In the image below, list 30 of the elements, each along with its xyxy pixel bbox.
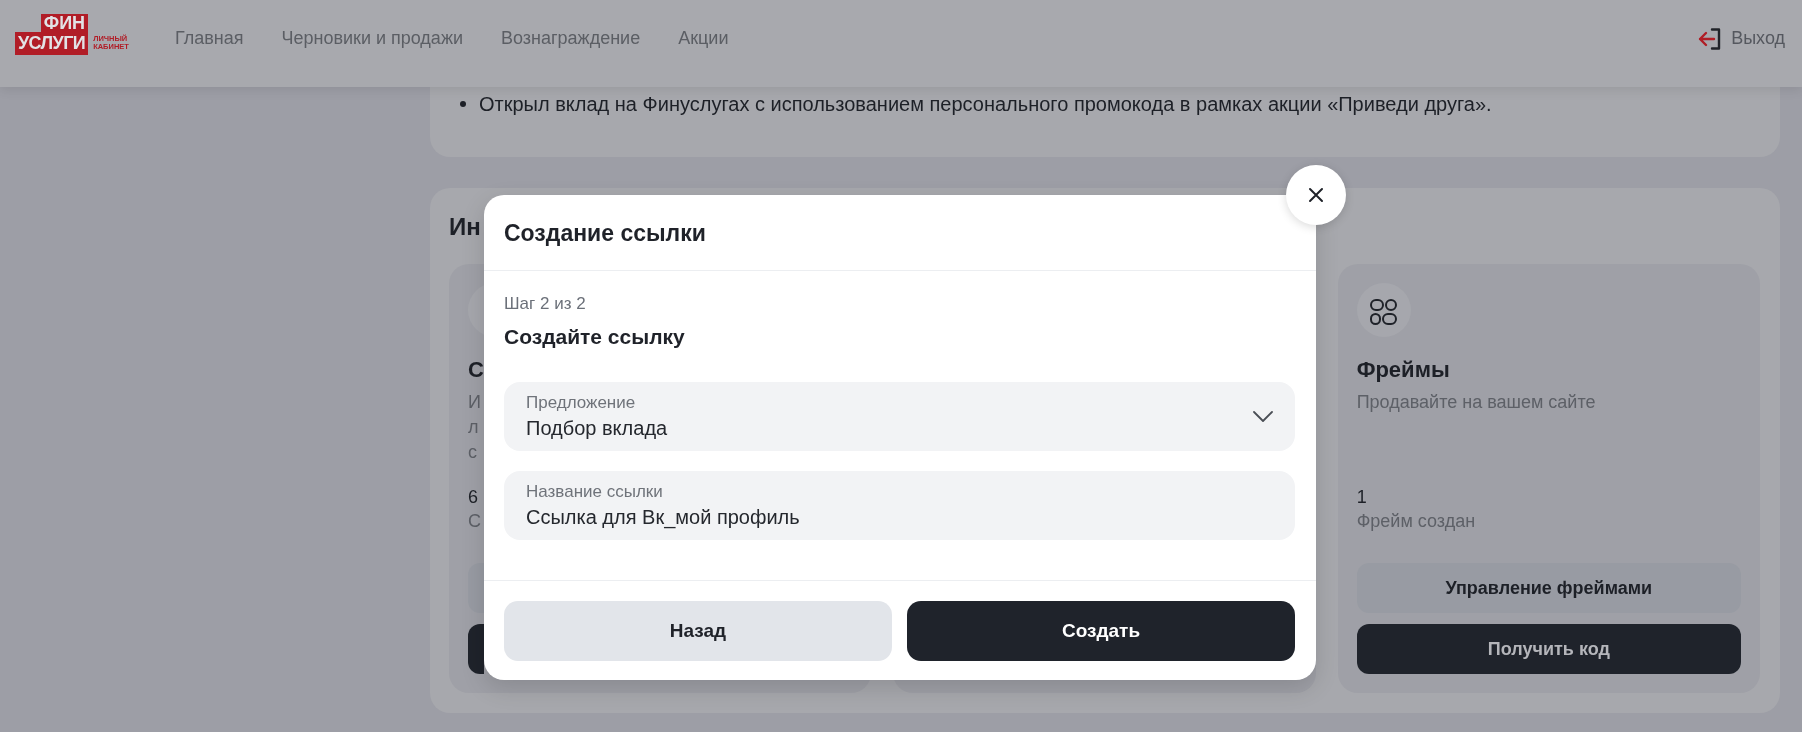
card-title: Фреймы <box>1356 356 1450 384</box>
card-title: С <box>468 356 484 384</box>
dialog-title: Создание ссылки <box>504 219 706 248</box>
logo-text: УСЛУГИ <box>15 32 89 55</box>
logo-text: ФИН <box>40 14 89 32</box>
create-button[interactable]: Создать <box>907 601 1295 661</box>
text-field[interactable]: Название ссылки Ссылка для Вк_мой профиль <box>504 471 1295 540</box>
bullet-icon <box>460 101 466 107</box>
description-text: л <box>468 416 479 439</box>
section-title: Ин <box>449 212 481 242</box>
partial-button[interactable] <box>468 624 484 674</box>
manage-frames-button[interactable]: Управление фреймами <box>1356 563 1741 613</box>
step-label: Шаг 2 из 2 <box>504 293 586 315</box>
chevron-down-icon <box>1253 411 1273 422</box>
count-value: 6 <box>468 486 478 509</box>
dialog-subtitle: Создайте ссылку <box>504 324 685 350</box>
close-icon <box>1308 187 1324 203</box>
count-value: 1 <box>1356 486 1367 509</box>
description-text: Продавайте на вашем сайте <box>1356 391 1596 414</box>
exit-button[interactable]: Выход <box>1697 26 1785 51</box>
condition-text: Открыл вклад на Финуслугах с использованием персонального промокода в рамках акции «Приведи друга». <box>479 92 1492 117</box>
count-label: С <box>468 510 481 533</box>
back-button[interactable]: Назад <box>504 601 892 661</box>
get-code-button[interactable]: Получить код <box>1356 624 1741 674</box>
description-text: И <box>468 391 481 414</box>
select-field[interactable]: Предложение Подбор вклада <box>504 382 1295 451</box>
close-button[interactable] <box>1286 165 1346 225</box>
description-text: с <box>468 441 477 464</box>
grid-icon <box>1356 283 1411 337</box>
count-label: Фрейм создан <box>1356 510 1476 533</box>
